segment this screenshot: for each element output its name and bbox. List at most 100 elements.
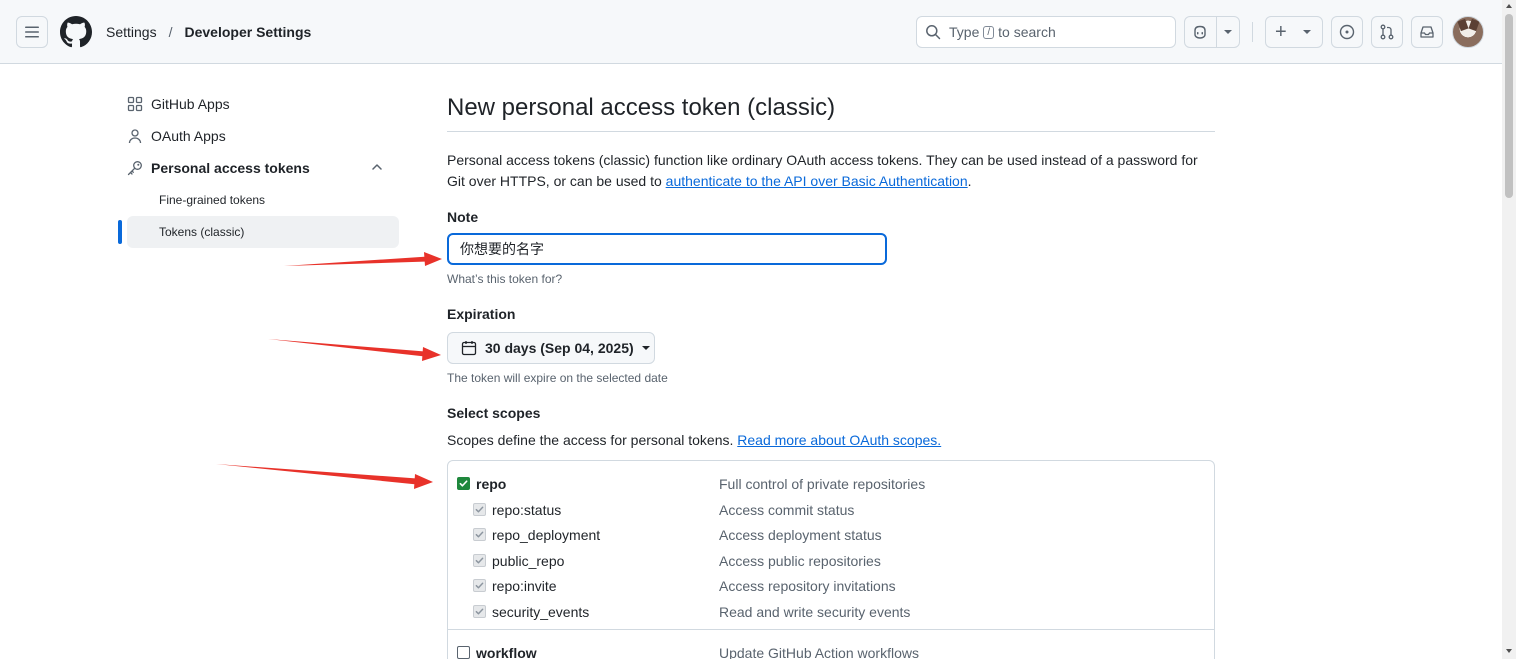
search-shortcut-key: / (983, 25, 995, 39)
scope-checkbox-repo-deployment[interactable] (473, 528, 486, 541)
intro-text: Personal access tokens (classic) functio… (447, 150, 1215, 192)
check-icon (459, 480, 468, 487)
person-icon (128, 129, 142, 144)
page-title: New personal access token (classic) (447, 94, 836, 121)
search-placeholder-suffix: to search (998, 24, 1056, 40)
scopes-desc-text: Scopes define the access for personal to… (447, 432, 738, 448)
avatar-ear-right (1468, 18, 1480, 32)
check-icon (475, 557, 484, 564)
scope-group-divider (448, 629, 1214, 630)
title-divider (447, 131, 1215, 132)
apps-icon (127, 96, 143, 112)
key-icon (127, 161, 142, 176)
scope-row-workflow: workflow Update GitHub Action workflows (448, 640, 1214, 659)
scopes-list: repo Full control of private repositorie… (447, 460, 1215, 659)
scope-name: security_events (492, 603, 590, 620)
copilot-divider (1216, 17, 1217, 47)
check-icon (475, 582, 484, 589)
annotation-arrow-expiration (268, 339, 441, 361)
plus-icon: + (1275, 21, 1287, 43)
sidebar-subitem-tokens-classic[interactable]: Tokens (classic) (127, 216, 399, 248)
scroll-up-arrow-icon[interactable] (1506, 4, 1512, 8)
scope-name: repo (476, 475, 507, 492)
scopes-description: Scopes define the access for personal to… (447, 432, 941, 448)
scope-row-repo-status: repo:status Access commit status (448, 497, 1214, 522)
avatar-ear-left (1457, 18, 1469, 32)
scope-desc: Access public repositories (719, 552, 881, 569)
scope-checkbox-workflow[interactable] (457, 646, 470, 659)
scope-desc: Access commit status (719, 501, 855, 518)
expiration-hint: The token will expire on the selected da… (447, 371, 668, 385)
scope-checkbox-repo[interactable] (457, 477, 470, 490)
scope-row-repo: repo Full control of private repositorie… (448, 471, 1214, 496)
scope-row-public-repo: public_repo Access public repositories (448, 548, 1214, 573)
check-icon (475, 531, 484, 538)
scope-checkbox-repo-status[interactable] (473, 503, 486, 516)
global-header: Settings / Developer Settings Type / to … (0, 0, 1502, 64)
scrollbar-thumb[interactable] (1505, 14, 1513, 198)
copilot-button[interactable] (1184, 16, 1240, 48)
search-placeholder-prefix: Type (949, 24, 980, 40)
inbox-icon (1420, 26, 1434, 38)
issue-opened-icon (1339, 24, 1355, 40)
scope-desc: Access deployment status (719, 526, 882, 543)
annotation-arrow-repo (216, 464, 433, 489)
basic-auth-link[interactable]: authenticate to the API over Basic Authe… (666, 173, 968, 189)
sidebar-item-github-apps[interactable]: GitHub Apps (127, 88, 230, 120)
header-divider (1252, 22, 1253, 42)
scope-row-repo-deployment: repo_deployment Access deployment status (448, 522, 1214, 547)
expiration-value: 30 days (Sep 04, 2025) (485, 340, 634, 356)
expiration-label: Expiration (447, 306, 516, 322)
scope-desc: Full control of private repositories (719, 475, 926, 492)
search-input[interactable]: Type / to search (916, 16, 1176, 48)
annotation-arrow-note (284, 252, 442, 266)
sidebar-item-label: OAuth Apps (151, 128, 226, 144)
triangle-down-icon (641, 346, 650, 350)
intro-end: . (967, 173, 972, 189)
chevron-up-icon[interactable] (371, 161, 383, 173)
breadcrumb-developer-settings[interactable]: Developer Settings (184, 24, 311, 40)
scope-name: repo:status (492, 501, 562, 518)
oauth-scopes-link[interactable]: Read more about OAuth scopes. (737, 432, 941, 448)
check-icon (475, 506, 484, 513)
pull-requests-button[interactable] (1371, 16, 1403, 48)
sidebar-subitem-fine-grained-tokens[interactable]: Fine-grained tokens (127, 184, 399, 216)
scope-name: repo_deployment (492, 526, 601, 543)
pull-request-icon (1380, 24, 1394, 40)
scope-row-repo-invite: repo:invite Access repository invitation… (448, 573, 1214, 598)
inbox-button[interactable] (1411, 16, 1443, 48)
chevron-down-icon (1303, 30, 1311, 34)
scope-checkbox-repo-invite[interactable] (473, 579, 486, 592)
breadcrumb-separator: / (168, 24, 173, 40)
scope-checkbox-public-repo[interactable] (473, 554, 486, 567)
github-logo-icon[interactable] (60, 16, 92, 48)
scope-desc: Update GitHub Action workflows (719, 644, 919, 659)
scope-name: repo:invite (492, 577, 557, 594)
sidebar-item-label: Personal access tokens (151, 160, 310, 176)
page-scrollbar[interactable] (1502, 0, 1516, 659)
avatar[interactable] (1452, 16, 1484, 48)
expiration-select[interactable]: 30 days (Sep 04, 2025) (447, 332, 655, 364)
sidebar-item-oauth-apps[interactable]: OAuth Apps (127, 120, 226, 152)
calendar-icon (461, 341, 477, 356)
issues-button[interactable] (1331, 16, 1363, 48)
note-input[interactable] (447, 233, 887, 265)
scope-desc: Read and write security events (719, 603, 911, 620)
note-label: Note (447, 209, 479, 225)
scope-desc: Access repository invitations (719, 577, 896, 594)
chevron-down-icon[interactable] (1223, 29, 1233, 35)
scope-checkbox-security-events[interactable] (473, 605, 486, 618)
note-hint: What’s this token for? (447, 272, 563, 286)
scroll-down-arrow-icon[interactable] (1506, 649, 1512, 653)
hamburger-icon (25, 26, 39, 38)
create-new-button[interactable]: + (1265, 16, 1323, 48)
scope-row-security-events: security_events Read and write security … (448, 599, 1214, 624)
check-icon (475, 608, 484, 615)
breadcrumb-settings[interactable]: Settings (106, 24, 157, 40)
menu-button[interactable] (16, 16, 48, 48)
breadcrumb: Settings / Developer Settings (106, 22, 311, 42)
scopes-label: Select scopes (447, 405, 541, 421)
sidebar-item-personal-access-tokens[interactable]: Personal access tokens (127, 152, 399, 184)
copilot-icon (1194, 25, 1206, 39)
sidebar-item-label: GitHub Apps (151, 96, 230, 112)
